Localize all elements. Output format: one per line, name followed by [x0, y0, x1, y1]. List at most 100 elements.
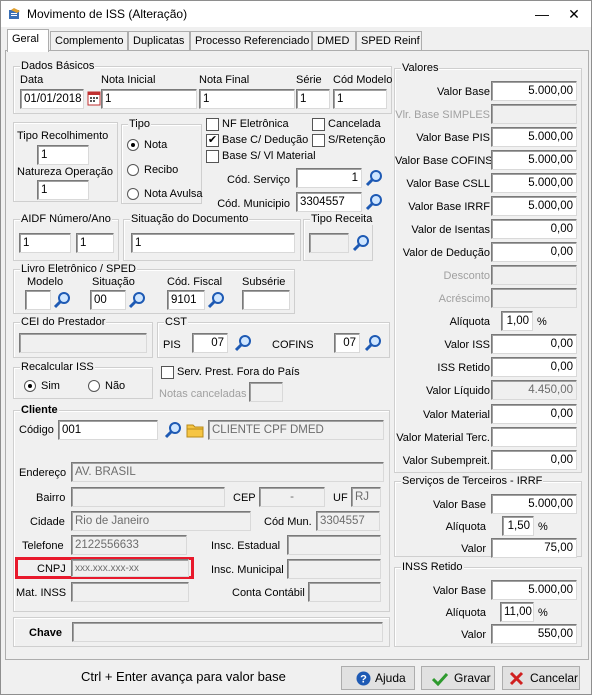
- cod-mun-field[interactable]: 3304557: [316, 511, 380, 531]
- tipo-recolhimento-field[interactable]: 1: [37, 145, 89, 165]
- tab-processo-referenciado[interactable]: Processo Referenciado: [190, 31, 312, 51]
- situacao-documento-field[interactable]: 1: [131, 233, 295, 253]
- valores-row-field[interactable]: 0,00: [491, 357, 577, 377]
- nota-inicial-field[interactable]: 1: [101, 89, 197, 109]
- search-cst-pis-icon[interactable]: [234, 334, 252, 352]
- ajuda-button[interactable]: ? Ajuda: [341, 666, 415, 690]
- serie-field[interactable]: 1: [296, 89, 330, 109]
- cep-field[interactable]: -: [259, 487, 325, 507]
- valores-row-field[interactable]: 5.000,00: [491, 127, 577, 147]
- valores-row-field[interactable]: [491, 104, 577, 124]
- valores-row-field[interactable]: 1,00: [501, 311, 533, 331]
- dados-basicos-legend: Dados Básicos: [20, 60, 96, 72]
- inss-base-field[interactable]: 5.000,00: [491, 580, 577, 600]
- cliente-codigo-field[interactable]: 001: [58, 420, 158, 440]
- insc-municipal-field[interactable]: [287, 559, 381, 579]
- valores-row-label: Valor Subempreit.: [402, 455, 490, 467]
- search-municipio-icon[interactable]: [365, 193, 383, 211]
- tab-complemento[interactable]: Complemento: [50, 31, 128, 51]
- recalcular-nao-radio[interactable]: [88, 380, 100, 392]
- livro-cod-fiscal-field[interactable]: 9101: [167, 290, 205, 310]
- minimize-button[interactable]: —: [531, 4, 553, 24]
- tipo-recibo-radio[interactable]: [127, 164, 139, 176]
- base-vl-material-checkbox[interactable]: [206, 150, 219, 163]
- tab-sped-reinf[interactable]: SPED Reinf: [356, 31, 422, 51]
- notas-canceladas-field[interactable]: [249, 382, 283, 402]
- chave-field[interactable]: [72, 622, 383, 642]
- cancelada-checkbox[interactable]: [312, 118, 325, 131]
- cst-pis-field[interactable]: 07: [192, 333, 228, 353]
- search-tipo-receita-icon[interactable]: [352, 234, 370, 252]
- telefone-field[interactable]: 2122556633: [71, 535, 187, 555]
- valores-row-label: ISS Retido: [437, 362, 490, 374]
- livro-subserie-field[interactable]: [242, 290, 290, 310]
- uf-field[interactable]: RJ: [351, 487, 381, 507]
- valores-row-field[interactable]: 0,00: [491, 404, 577, 424]
- search-cliente-icon[interactable]: [164, 421, 182, 439]
- cnpj-field[interactable]: xxx.xxx.xxx-xx: [71, 559, 189, 577]
- inss-aliquota-field[interactable]: 11,00: [500, 602, 534, 622]
- data-field[interactable]: 01/01/2018: [20, 89, 84, 109]
- tipo-receita-field[interactable]: [309, 233, 349, 253]
- tipo-nota-radio[interactable]: [127, 139, 139, 151]
- s-retencao-checkbox[interactable]: [312, 134, 325, 147]
- serv-prest-fora-checkbox[interactable]: [161, 366, 174, 379]
- bairro-field[interactable]: [71, 487, 225, 507]
- cidade-field[interactable]: Rio de Janeiro: [71, 511, 251, 531]
- valores-row-field[interactable]: 0,00: [491, 334, 577, 354]
- folder-icon[interactable]: [186, 421, 204, 439]
- endereco-field[interactable]: AV. BRASIL: [71, 462, 384, 482]
- valores-row-field[interactable]: 5.000,00: [491, 150, 577, 170]
- cod-servico-field[interactable]: 1: [296, 168, 362, 188]
- irrf-base-field[interactable]: 5.000,00: [491, 494, 577, 514]
- search-livro-cod-fiscal-icon[interactable]: [207, 291, 225, 309]
- mat-inss-field[interactable]: [71, 582, 189, 602]
- valores-row-field[interactable]: 0,00: [491, 219, 577, 239]
- conta-contabil-field[interactable]: [308, 582, 381, 602]
- irrf-aliquota-field[interactable]: 1,50: [502, 516, 534, 536]
- tab-duplicatas[interactable]: Duplicatas: [128, 31, 190, 51]
- base-deducao-checkbox[interactable]: ✔: [206, 134, 219, 147]
- irrf-valor-field[interactable]: 75,00: [491, 538, 577, 558]
- inss-valor-field[interactable]: 550,00: [491, 624, 577, 644]
- recalcular-sim-radio[interactable]: [24, 380, 36, 392]
- nota-final-field[interactable]: 1: [199, 89, 295, 109]
- aidf-ano-field[interactable]: 1: [76, 233, 114, 253]
- cancelar-button[interactable]: Cancelar: [502, 666, 580, 690]
- search-servico-icon[interactable]: [365, 169, 383, 187]
- natureza-operacao-field[interactable]: 1: [37, 180, 89, 200]
- valores-row-field[interactable]: 5.000,00: [491, 173, 577, 193]
- valores-row-field[interactable]: 0,00: [491, 242, 577, 262]
- chave-group: Chave: [13, 617, 390, 647]
- search-livro-situacao-icon[interactable]: [128, 291, 146, 309]
- gravar-button[interactable]: Gravar: [421, 666, 495, 690]
- tab-dmed[interactable]: DMED: [312, 31, 356, 51]
- search-livro-modelo-icon[interactable]: [53, 291, 71, 309]
- cod-municipio-field[interactable]: 3304557: [296, 192, 362, 212]
- valores-row-label: Valor de Isentas: [411, 224, 490, 236]
- valores-row-field[interactable]: 5.000,00: [491, 196, 577, 216]
- valores-row-field[interactable]: [491, 288, 577, 308]
- cst-cofins-field[interactable]: 07: [334, 333, 360, 353]
- livro-situacao-field[interactable]: 00: [90, 290, 126, 310]
- valores-row-field[interactable]: [491, 265, 577, 285]
- tab-geral[interactable]: Geral: [7, 29, 49, 52]
- valores-row-field[interactable]: 5.000,00: [491, 81, 577, 101]
- valores-row-label: Valor Base CSLL: [406, 178, 490, 190]
- aidf-numero-field[interactable]: 1: [19, 233, 71, 253]
- valores-row-field[interactable]: 0,00: [491, 450, 577, 470]
- cliente-nome-field[interactable]: CLIENTE CPF DMED: [208, 420, 384, 440]
- nf-eletronica-checkbox[interactable]: [206, 118, 219, 131]
- cod-modelo-field[interactable]: 1: [333, 89, 387, 109]
- inss-aliquota-label: Alíquota: [445, 607, 486, 619]
- cei-prestador-field[interactable]: [19, 333, 147, 353]
- tipo-nota-avulsa-radio[interactable]: [127, 188, 139, 200]
- close-window-button[interactable]: ✕: [563, 4, 585, 24]
- calendar-icon[interactable]: [87, 90, 101, 106]
- search-cst-cofins-icon[interactable]: [364, 334, 382, 352]
- livro-modelo-field[interactable]: [25, 290, 51, 310]
- insc-estadual-field[interactable]: [287, 535, 381, 555]
- app-icon: [9, 8, 20, 19]
- valores-row-field[interactable]: [491, 427, 577, 447]
- valores-row-field[interactable]: 4.450,00: [491, 380, 577, 400]
